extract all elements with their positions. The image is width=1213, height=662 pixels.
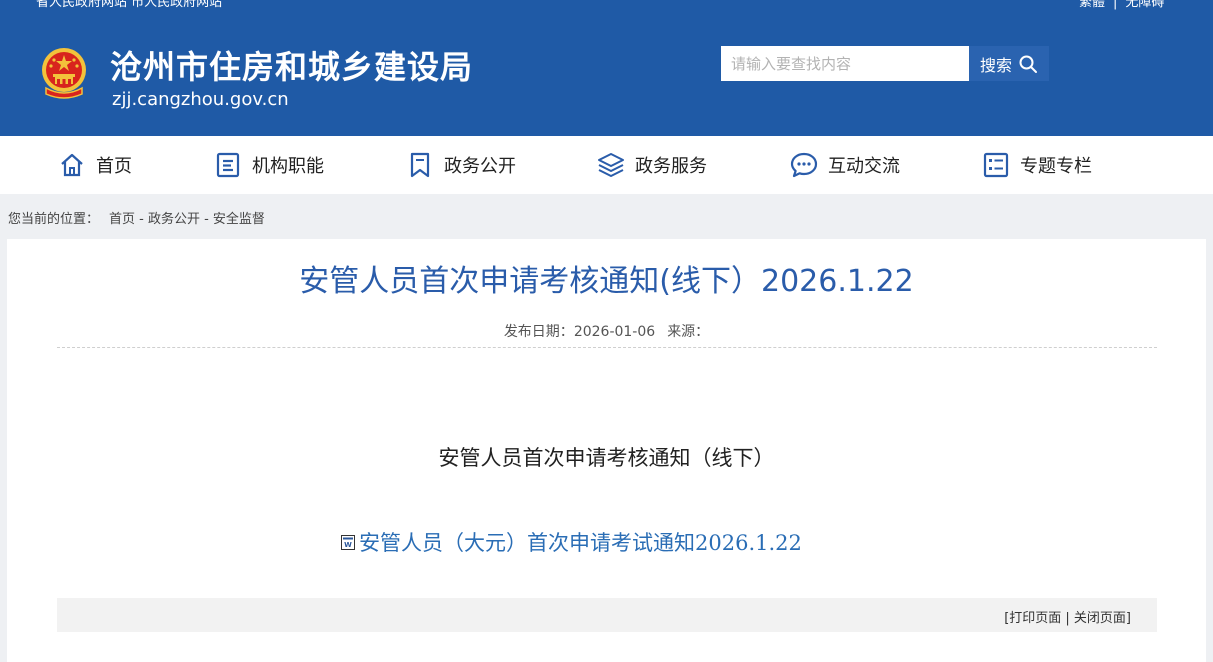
nav-item-label: 政务服务 <box>635 156 707 177</box>
attachment-text: 安管人员（大元）首次申请考试通知2026.1.22 <box>359 531 802 555</box>
main-nav: 首页 机构职能 政务公开 政务服务 互动交流 专题专栏 <box>0 136 1213 194</box>
bookmark-icon <box>410 152 430 178</box>
footer-links: [打印页面 | 关闭页面] <box>1004 607 1131 626</box>
nav-item-label: 首页 <box>96 156 132 177</box>
footer-separator: | <box>1061 611 1074 626</box>
nav-item-interaction[interactable]: 互动交流 <box>790 136 900 194</box>
top-links-right: 繁體 | 无障碍 <box>1079 0 1164 10</box>
breadcrumb: 您当前的位置： 首页 - 政务公开 - 安全监督 <box>8 208 265 227</box>
nav-item-services[interactable]: 政务服务 <box>597 136 707 194</box>
traditional-chinese-link[interactable]: 繁體 <box>1079 0 1105 10</box>
article-title: 安管人员首次申请考核通知(线下）2026.1.22 <box>299 264 914 299</box>
top-links-left[interactable]: 省人民政府网站 市人民政府网站 <box>36 0 222 10</box>
site-header: 省人民政府网站 市人民政府网站 繁體 | 无障碍 沧州市住房和城乡建设局 zjj.c… <box>0 0 1213 136</box>
site-domain: zjj.cangzhou.gov.cn <box>112 89 289 110</box>
layers-icon <box>598 153 624 177</box>
nav-item-home[interactable]: 首页 <box>58 136 132 194</box>
body-heading: 安管人员首次申请考核通知（线下） <box>438 446 775 470</box>
list-icon <box>983 152 1009 178</box>
nav-item-label: 机构职能 <box>252 156 324 177</box>
search-button-label: 搜索 <box>979 55 1012 75</box>
divider <box>57 347 1157 348</box>
article-footer-bar: [打印页面 | 关闭页面] <box>57 598 1157 632</box>
accessibility-link[interactable]: 无障碍 <box>1125 0 1164 10</box>
nav-item-government-affairs[interactable]: 政务公开 <box>406 136 516 194</box>
nav-item-label: 互动交流 <box>828 156 900 177</box>
home-icon <box>61 153 83 177</box>
publish-date: 2026-01-06 <box>573 324 656 340</box>
breadcrumb-prefix: 您当前的位置： <box>8 212 100 227</box>
chat-icon <box>790 152 818 178</box>
nav-item-organization[interactable]: 机构职能 <box>214 136 324 194</box>
svg-text:W: W <box>344 541 352 549</box>
word-document-icon: W <box>341 534 355 550</box>
nav-item-label: 政务公开 <box>444 156 516 177</box>
search-button[interactable]: 搜索 <box>969 46 1049 81</box>
nav-item-special-topics[interactable]: 专题专栏 <box>982 136 1092 194</box>
article-meta: 发布日期：2026-01-06 来源： <box>0 321 1213 341</box>
site-title[interactable]: 沧州市住房和城乡建设局 <box>110 42 473 88</box>
document-icon <box>216 152 240 178</box>
search-input[interactable] <box>721 46 969 81</box>
top-link-separator: | <box>1113 0 1118 10</box>
nav-item-label: 专题专栏 <box>1020 156 1092 177</box>
close-page-link[interactable]: 关闭页面] <box>1074 611 1131 626</box>
attachment-link[interactable]: W 安管人员（大元）首次申请考试通知2026.1.22 <box>340 527 802 557</box>
breadcrumb-path[interactable]: 首页 - 政务公开 - 安全监督 <box>109 212 265 227</box>
source-label: 来源： <box>667 324 710 340</box>
publish-date-label: 发布日期： <box>503 324 574 340</box>
search-icon <box>1019 55 1037 73</box>
print-page-link[interactable]: [打印页面 <box>1004 611 1061 626</box>
national-emblem-icon <box>42 48 86 99</box>
